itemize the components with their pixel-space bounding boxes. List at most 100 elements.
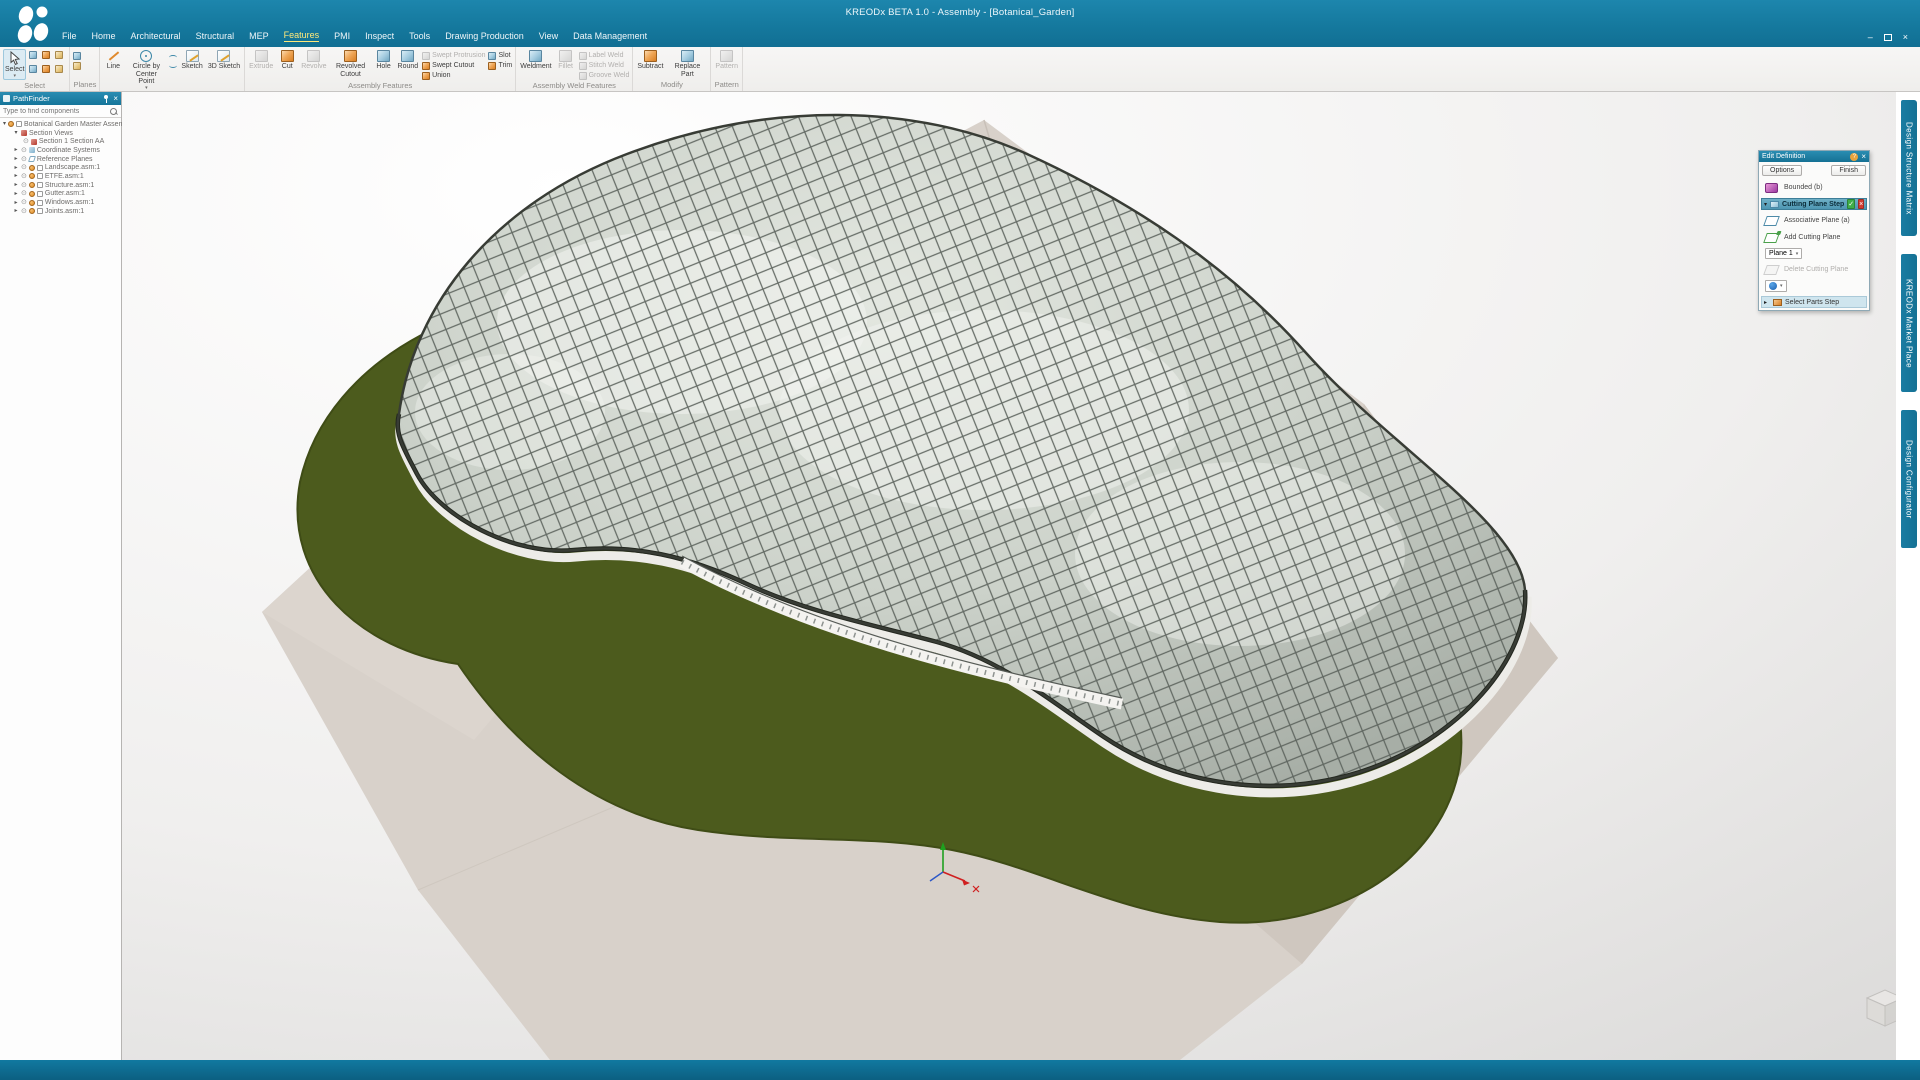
tree-item-gutter[interactable]: ▸ ⊙ Gutter.asm:1 bbox=[2, 190, 121, 199]
swept-protrusion-button[interactable]: Swept Protrusion bbox=[422, 51, 485, 60]
tree-item-master-assembly[interactable]: ▾ Botanical Garden Master Assembly.asm bbox=[2, 120, 121, 129]
expand-icon[interactable]: ▸ bbox=[13, 200, 19, 206]
tree-item-section-views[interactable]: ▾ Section Views bbox=[2, 129, 121, 138]
menu-structural[interactable]: Structural bbox=[196, 31, 235, 41]
finish-button[interactable]: Finish bbox=[1831, 165, 1866, 176]
expand-icon[interactable]: ▸ bbox=[13, 156, 19, 162]
select-parts-step-header[interactable]: ▸ Select Parts Step bbox=[1761, 296, 1867, 308]
help-icon[interactable]: ? bbox=[1850, 153, 1858, 161]
tree-item-section-1[interactable]: ⊙ Section 1 Section AA bbox=[2, 137, 121, 146]
menu-tools[interactable]: Tools bbox=[409, 31, 430, 41]
tree-item-etfe[interactable]: ▸ ⊙ ETFE.asm:1 bbox=[2, 172, 121, 181]
select-button[interactable]: Select ▾ bbox=[3, 49, 26, 80]
visibility-eye-icon[interactable]: ⊙ bbox=[21, 147, 27, 154]
visibility-eye-icon[interactable]: ⊙ bbox=[21, 190, 27, 197]
3d-sketch-button[interactable]: 3D Sketch bbox=[207, 49, 241, 72]
menu-home[interactable]: Home bbox=[92, 31, 116, 41]
plane-tool-button[interactable] bbox=[73, 51, 81, 60]
select-tool-icon[interactable] bbox=[55, 65, 63, 73]
search-input[interactable] bbox=[3, 108, 107, 115]
menu-architectural[interactable]: Architectural bbox=[131, 31, 181, 41]
plane-tool-button[interactable] bbox=[73, 61, 81, 70]
visibility-eye-icon[interactable]: ⊙ bbox=[23, 138, 29, 145]
menu-data-management[interactable]: Data Management bbox=[573, 31, 647, 41]
weldment-button[interactable]: Weldment bbox=[519, 49, 552, 72]
arc-tool-button[interactable] bbox=[169, 51, 177, 60]
label-weld-button[interactable]: Label Weld bbox=[579, 51, 630, 60]
expand-icon[interactable]: ▸ bbox=[13, 182, 19, 188]
replace-part-button[interactable]: Replace Part bbox=[667, 49, 707, 79]
menu-mep[interactable]: MEP bbox=[249, 31, 269, 41]
round-button[interactable]: Round bbox=[397, 49, 420, 72]
bounded-row[interactable]: Bounded (b) bbox=[1759, 179, 1869, 196]
visibility-eye-icon[interactable]: ⊙ bbox=[21, 199, 27, 206]
plane-select-dropdown[interactable]: Plane 1 ▾ bbox=[1765, 248, 1802, 259]
line-button[interactable]: Line bbox=[103, 49, 123, 72]
cut-button[interactable]: Cut bbox=[277, 49, 297, 72]
visibility-eye-icon[interactable]: ⊙ bbox=[21, 182, 27, 189]
expand-icon[interactable]: ▾ bbox=[13, 130, 19, 136]
fillet-button[interactable]: Fillet bbox=[556, 49, 576, 72]
maximize-icon[interactable] bbox=[1884, 34, 1892, 41]
select-tool-icon[interactable] bbox=[29, 65, 37, 73]
expand-icon[interactable]: ▸ bbox=[13, 191, 19, 197]
close-icon[interactable]: × bbox=[1861, 153, 1866, 161]
color-select-dropdown[interactable]: ▾ bbox=[1765, 280, 1787, 292]
cutting-plane-step-header[interactable]: ▾ Cutting Plane Step ✓ × bbox=[1761, 198, 1867, 210]
groove-weld-button[interactable]: Groove Weld bbox=[579, 71, 630, 80]
trim-button[interactable]: Trim bbox=[488, 61, 512, 70]
cancel-button[interactable]: × bbox=[1858, 199, 1864, 209]
expand-icon[interactable]: ▸ bbox=[13, 208, 19, 214]
stitch-weld-button[interactable]: Stitch Weld bbox=[579, 61, 630, 70]
visibility-eye-icon[interactable]: ⊙ bbox=[21, 208, 27, 215]
3d-viewport-canvas[interactable] bbox=[122, 92, 1896, 1060]
delete-cutting-plane-row[interactable]: Delete Cutting Plane bbox=[1759, 261, 1869, 278]
slot-button[interactable]: Slot bbox=[488, 51, 512, 60]
expand-icon[interactable]: ▸ bbox=[13, 147, 19, 153]
minimize-icon[interactable]: – bbox=[1868, 33, 1873, 42]
revolved-cutout-button[interactable]: Revolved Cutout bbox=[331, 49, 371, 79]
close-icon[interactable]: × bbox=[113, 95, 118, 103]
menu-view[interactable]: View bbox=[539, 31, 558, 41]
visibility-eye-icon[interactable]: ⊙ bbox=[21, 164, 27, 171]
subtract-button[interactable]: Subtract bbox=[636, 49, 664, 72]
add-cutting-plane-row[interactable]: Add Cutting Plane bbox=[1759, 229, 1869, 246]
select-tool-icon[interactable] bbox=[29, 51, 37, 59]
tab-design-configurator[interactable]: Design Configurator bbox=[1901, 410, 1917, 548]
tree-item-landscape[interactable]: ▸ ⊙ Landscape.asm:1 bbox=[2, 163, 121, 172]
pattern-button[interactable]: Pattern bbox=[714, 49, 739, 72]
select-tool-icon[interactable] bbox=[55, 51, 63, 59]
revolve-button[interactable]: Revolve bbox=[300, 49, 327, 72]
associative-plane-row[interactable]: Associative Plane (a) bbox=[1759, 212, 1869, 229]
extrude-button[interactable]: Extrude bbox=[248, 49, 274, 72]
tree-item-coordinate-systems[interactable]: ▸ ⊙ Coordinate Systems bbox=[2, 146, 121, 155]
pin-icon[interactable] bbox=[102, 95, 110, 103]
tree-item-joints[interactable]: ▸ ⊙ Joints.asm:1 bbox=[2, 207, 121, 216]
select-tool-icon[interactable] bbox=[42, 65, 50, 73]
tree-item-windows[interactable]: ▸ ⊙ Windows.asm:1 bbox=[2, 198, 121, 207]
tab-design-structure-matrix[interactable]: Design Structure Matrix bbox=[1901, 100, 1917, 236]
visibility-eye-icon[interactable]: ⊙ bbox=[21, 156, 27, 163]
search-icon[interactable] bbox=[109, 107, 118, 116]
spline-tool-button[interactable] bbox=[169, 61, 177, 70]
accept-button[interactable]: ✓ bbox=[1847, 199, 1855, 209]
menu-file[interactable]: File bbox=[62, 31, 77, 41]
menu-features[interactable]: Features bbox=[284, 30, 320, 42]
hole-button[interactable]: Hole bbox=[374, 49, 394, 72]
union-button[interactable]: Union bbox=[422, 71, 485, 80]
close-icon[interactable]: × bbox=[1903, 33, 1908, 42]
expand-icon[interactable]: ▾ bbox=[3, 121, 6, 127]
expand-icon[interactable]: ▸ bbox=[13, 173, 19, 179]
select-tool-icon[interactable] bbox=[42, 51, 50, 59]
visibility-eye-icon[interactable]: ⊙ bbox=[21, 173, 27, 180]
sketch-button[interactable]: Sketch bbox=[180, 49, 203, 72]
menu-inspect[interactable]: Inspect bbox=[365, 31, 394, 41]
expand-icon[interactable]: ▸ bbox=[13, 165, 19, 171]
swept-cutout-button[interactable]: Swept Cutout bbox=[422, 61, 485, 70]
menu-drawing-production[interactable]: Drawing Production bbox=[445, 31, 524, 41]
menu-pmi[interactable]: PMI bbox=[334, 31, 350, 41]
tree-item-reference-planes[interactable]: ▸ ⊙ Reference Planes bbox=[2, 155, 121, 164]
circle-by-center-point-button[interactable]: Circle by Center Point ▾ bbox=[126, 49, 166, 91]
options-button[interactable]: Options bbox=[1762, 165, 1802, 176]
tab-kreodx-market-place[interactable]: KREODx Market Place bbox=[1901, 254, 1917, 392]
